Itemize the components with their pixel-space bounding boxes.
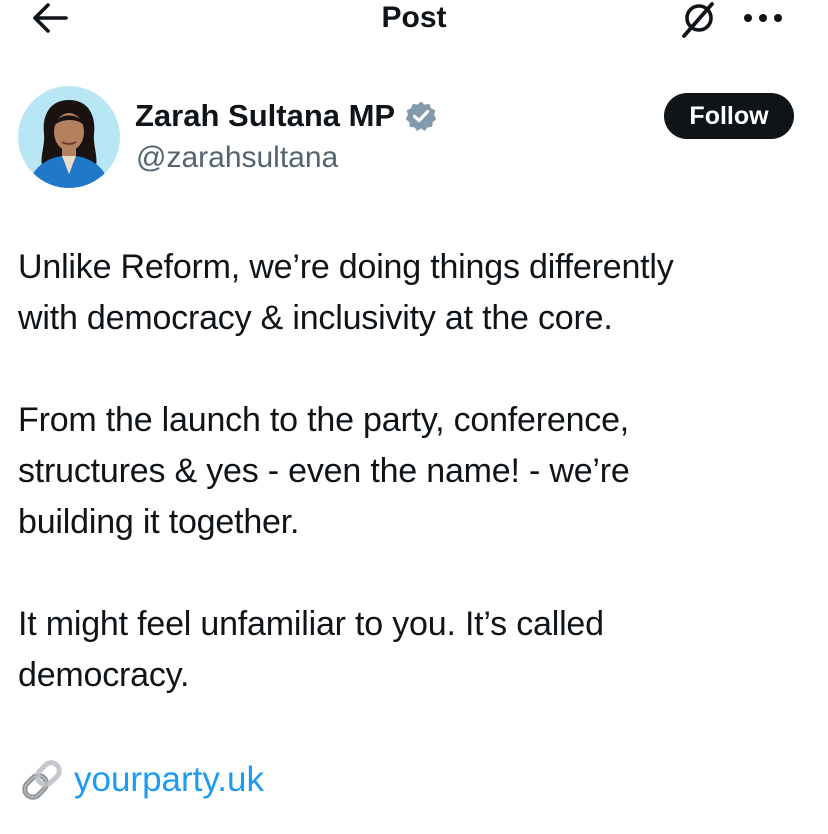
avatar[interactable] xyxy=(18,86,120,188)
grok-button[interactable] xyxy=(676,0,720,40)
post-paragraph: It might feel unfamiliar to you. It’s ca… xyxy=(18,605,604,694)
link-icon xyxy=(18,756,66,804)
follow-button[interactable]: Follow xyxy=(664,93,794,139)
post-paragraph: Unlike Reform, we’re doing things differ… xyxy=(18,248,674,337)
post-link-row: yourparty.uk xyxy=(18,756,264,804)
post-paragraph: From the launch to the party, conference… xyxy=(18,401,630,541)
author-display-name: Zarah Sultana MP xyxy=(135,98,396,133)
avatar-image xyxy=(18,86,120,188)
verified-badge-icon xyxy=(405,100,437,132)
author-name-row[interactable]: Zarah Sultana MP xyxy=(135,96,437,136)
more-button[interactable] xyxy=(738,2,788,34)
grok-icon xyxy=(682,2,714,38)
post-author: Zarah Sultana MP @zarahsultana Follow xyxy=(18,86,808,190)
more-horizontal-icon xyxy=(744,14,782,22)
author-handle[interactable]: @zarahsultana xyxy=(136,140,338,176)
top-bar: Post xyxy=(0,0,828,40)
post-link[interactable]: yourparty.uk xyxy=(74,756,264,804)
post-text: Unlike Reform, we’re doing things differ… xyxy=(18,242,818,752)
